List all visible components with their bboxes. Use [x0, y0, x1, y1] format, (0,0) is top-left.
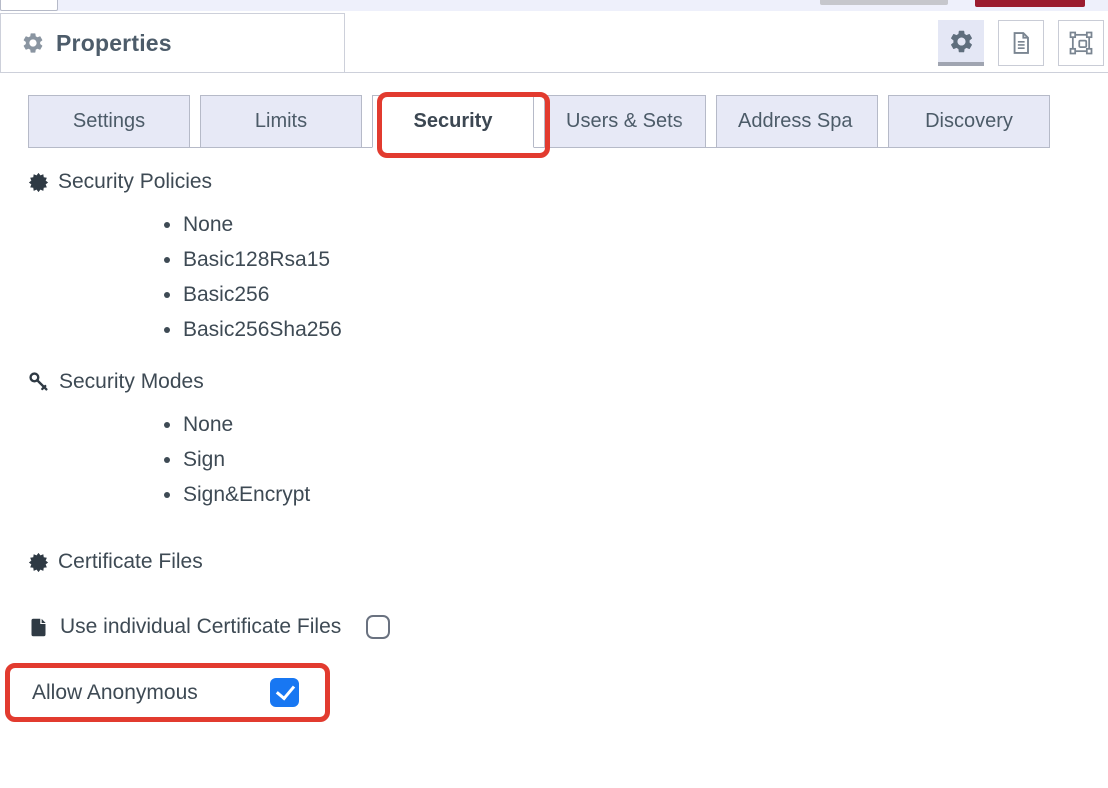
- certificate-seal-icon: [28, 172, 49, 193]
- section-certificate-files: Certificate Files: [28, 548, 1108, 576]
- security-mode-item: Sign&Encrypt: [183, 477, 1108, 512]
- key-icon: [28, 371, 50, 393]
- security-policy-item: None: [183, 207, 1108, 242]
- tab-address-spa[interactable]: Address Spa: [716, 95, 878, 148]
- tab-label: Settings: [73, 110, 145, 133]
- tab-users-sets[interactable]: Users & Sets: [544, 95, 706, 148]
- top-strip: [0, 0, 1108, 11]
- tab-security[interactable]: Security: [372, 95, 534, 148]
- section-security-modes: Security Modes: [28, 368, 1108, 396]
- allow-anonymous-annotation: Allow Anonymous: [5, 663, 330, 722]
- tab-label: Address Spa: [738, 110, 853, 133]
- security-policies-list: NoneBasic128Rsa15Basic256Basic256Sha256: [28, 207, 1108, 347]
- tab-label: Security: [414, 110, 493, 133]
- document-icon: [1007, 29, 1035, 57]
- tab-discovery[interactable]: Discovery: [888, 95, 1050, 148]
- section-title: Security Policies: [58, 170, 212, 194]
- tab-limits[interactable]: Limits: [200, 95, 362, 148]
- transform-icon: [1067, 29, 1095, 57]
- partial-gray-button[interactable]: [820, 0, 948, 5]
- security-policy-item: Basic256: [183, 277, 1108, 312]
- use-individual-certificates-checkbox[interactable]: [366, 615, 390, 639]
- certificate-seal-icon: [28, 552, 49, 573]
- security-tab-content: Security Policies NoneBasic128Rsa15Basic…: [28, 168, 1108, 722]
- use-individual-certificates-row: Use individual Certificate Files: [28, 612, 1108, 642]
- security-policy-item: Basic128Rsa15: [183, 242, 1108, 277]
- page-title: Properties: [56, 30, 172, 57]
- section-security-policies: Security Policies: [28, 168, 1108, 196]
- tab-label: Discovery: [925, 110, 1013, 133]
- gear-icon: [21, 31, 45, 55]
- security-mode-item: None: [183, 407, 1108, 442]
- partial-input-box[interactable]: [0, 0, 58, 11]
- section-title: Certificate Files: [58, 550, 203, 574]
- option-label: Use individual Certificate Files: [60, 615, 341, 639]
- tab-label: Limits: [255, 110, 307, 133]
- tab-bar: Settings Limits Security Users & Sets Ad…: [28, 95, 1050, 148]
- properties-header: Properties: [0, 11, 1108, 73]
- tab-settings[interactable]: Settings: [28, 95, 190, 148]
- section-title: Security Modes: [59, 370, 204, 394]
- file-icon: [28, 616, 49, 639]
- properties-view-button[interactable]: [938, 20, 984, 66]
- document-view-button[interactable]: [998, 20, 1044, 66]
- properties-panel-tab[interactable]: Properties: [0, 13, 345, 72]
- gear-icon: [948, 28, 975, 55]
- option-label: Allow Anonymous: [32, 681, 198, 705]
- security-modes-list: NoneSignSign&Encrypt: [28, 407, 1108, 512]
- tab-label: Users & Sets: [566, 110, 683, 133]
- allow-anonymous-checkbox[interactable]: [270, 678, 299, 707]
- transform-select-button[interactable]: [1058, 20, 1104, 66]
- partial-red-button[interactable]: [975, 0, 1085, 7]
- security-mode-item: Sign: [183, 442, 1108, 477]
- security-policy-item: Basic256Sha256: [183, 312, 1108, 347]
- header-toolbar: [938, 20, 1104, 66]
